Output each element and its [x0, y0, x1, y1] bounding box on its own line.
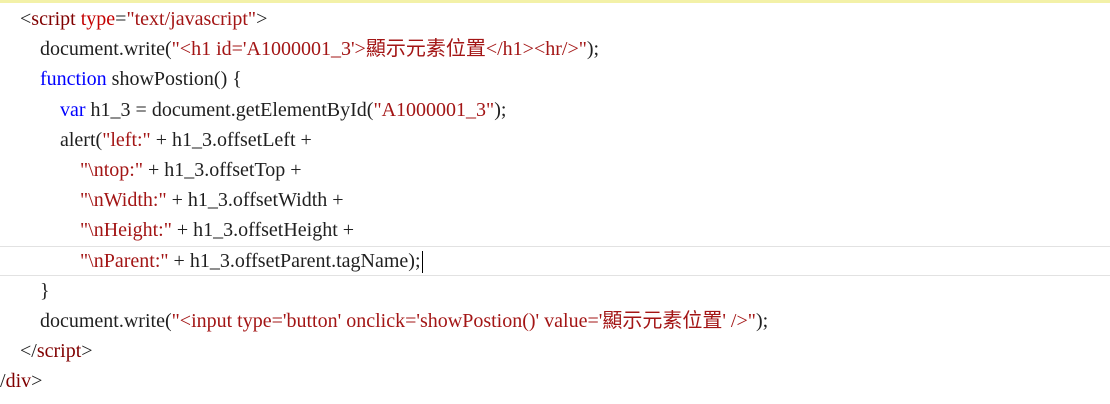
- code-token: "text/javascript": [126, 8, 257, 30]
- code-token: document.write(: [40, 38, 172, 61]
- code-token: );: [586, 38, 600, 61]
- code-token: script: [31, 8, 76, 30]
- code-token: + h1_3.offsetHeight +: [171, 219, 355, 242]
- code-token: showPostion() {: [106, 68, 242, 91]
- code-line[interactable]: alert("left:" + h1_3.offsetLeft +: [0, 125, 1110, 155]
- code-token: "\nWidth:": [80, 189, 167, 212]
- code-token: script: [36, 340, 82, 363]
- code-token: "left:": [102, 128, 151, 151]
- code-token: );: [494, 98, 507, 121]
- code-token: =: [115, 8, 127, 30]
- code-line[interactable]: document.write("<h1 id='A1000001_3'>顯示元素…: [0, 34, 1110, 64]
- code-token: );: [755, 310, 769, 332]
- code-token: "A1000001_3": [373, 98, 495, 121]
- code-token: function: [40, 68, 107, 91]
- code-token: alert(: [60, 128, 103, 151]
- code-token: </: [20, 340, 37, 363]
- code-token: document.write(: [40, 310, 172, 332]
- code-token: }: [40, 279, 50, 302]
- code-line[interactable]: </script>: [0, 336, 1110, 366]
- code-token: "<h1 id='A1000001_3'>顯示元素位置</h1><hr/>": [171, 38, 587, 61]
- code-token: "\nHeight:": [80, 219, 172, 242]
- code-line[interactable]: "\nHeight:" + h1_3.offsetHeight +: [0, 215, 1110, 245]
- code-editor[interactable]: <script type="text/javascript"> document…: [0, 0, 1110, 404]
- code-token: + h1_3.offsetWidth +: [166, 189, 344, 212]
- code-token: + h1_3.offsetLeft +: [150, 128, 312, 151]
- code-token: "\ntop:": [80, 159, 143, 181]
- code-line[interactable]: document.write("<input type='button' onc…: [0, 306, 1110, 336]
- code-line[interactable]: function showPostion() {: [0, 64, 1110, 94]
- code-line[interactable]: "\nWidth:" + h1_3.offsetWidth +: [0, 185, 1110, 215]
- code-token: >: [81, 340, 93, 363]
- text-caret: [421, 251, 423, 273]
- code-line[interactable]: /div>: [0, 366, 1110, 396]
- code-token: <: [20, 8, 32, 30]
- code-token: >: [31, 370, 43, 393]
- code-line[interactable]: var h1_3 = document.getElementById("A100…: [0, 95, 1110, 125]
- code-token: var: [60, 98, 86, 121]
- code-token: + h1_3.offsetTop +: [143, 159, 302, 181]
- code-token: "<input type='button' onclick='showPosti…: [171, 310, 756, 332]
- code-line[interactable]: <script type="text/javascript">: [0, 4, 1110, 34]
- editor-top-border: [0, 0, 1110, 3]
- code-token: div: [5, 370, 32, 393]
- code-token: type: [80, 8, 116, 30]
- code-token: h1_3 = document.getElementById(: [85, 98, 374, 121]
- code-token: "\nParent:": [80, 249, 169, 272]
- code-line[interactable]: "\ntop:" + h1_3.offsetTop +: [0, 155, 1110, 185]
- code-line[interactable]: "\nParent:" + h1_3.offsetParent.tagName)…: [0, 245, 1110, 276]
- code-token: + h1_3.offsetParent.tagName);: [168, 249, 421, 272]
- code-token: >: [256, 8, 268, 30]
- code-line[interactable]: }: [0, 276, 1110, 306]
